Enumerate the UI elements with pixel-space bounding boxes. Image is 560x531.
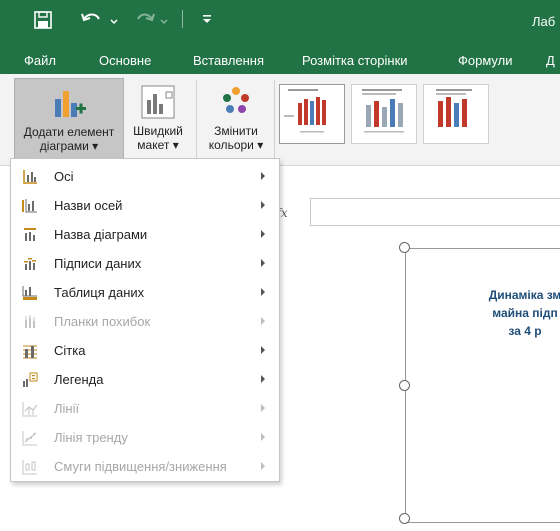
chart-title-line-2: майна підп bbox=[492, 306, 558, 320]
add-chart-element-menu: Осі Назви осей Назва діаграми Підписи да… bbox=[10, 158, 280, 482]
quick-layout-label-1: Швидкий bbox=[133, 124, 183, 138]
change-colors-label-2: кольори ▾ bbox=[208, 138, 264, 152]
chart-title[interactable]: Динаміка зм майна підп за 4 р bbox=[455, 286, 560, 340]
change-colors-button[interactable]: Змінити кольори ▾ bbox=[202, 78, 270, 160]
submenu-arrow-icon bbox=[261, 230, 265, 238]
quick-layout-icon bbox=[141, 85, 175, 119]
menu-item-label: Підписи даних bbox=[54, 256, 142, 271]
menu-item-error-bars: Планки похибок bbox=[12, 307, 278, 336]
legend-icon bbox=[23, 372, 38, 387]
submenu-arrow-icon bbox=[261, 259, 265, 267]
menu-item-axes[interactable]: Осі bbox=[12, 162, 278, 191]
menu-item-legend[interactable]: Легенда bbox=[12, 365, 278, 394]
menu-item-data-labels[interactable]: Підписи даних bbox=[12, 249, 278, 278]
add-chart-element-label-1: Додати елемент bbox=[23, 125, 115, 139]
chart-styles-gallery bbox=[277, 80, 560, 148]
chart-title-icon bbox=[24, 228, 36, 241]
submenu-arrow-icon bbox=[261, 404, 265, 412]
title-bar: Лаб bbox=[0, 0, 560, 44]
change-colors-icon bbox=[223, 87, 249, 113]
menu-item-label: Осі bbox=[54, 169, 74, 184]
axis-titles-icon bbox=[22, 199, 37, 213]
redo-button[interactable] bbox=[136, 10, 170, 30]
menu-item-up-down-bars: Смуги підвищення/зниження bbox=[12, 452, 278, 481]
save-button[interactable] bbox=[33, 10, 53, 30]
tab-file[interactable]: Файл bbox=[24, 53, 56, 68]
customize-qat-icon bbox=[203, 15, 211, 23]
qat-separator bbox=[182, 10, 183, 28]
add-chart-element-button[interactable]: Додати елемент діаграми ▾ bbox=[14, 78, 124, 160]
menu-item-trendline: Лінія тренду bbox=[12, 423, 278, 452]
tab-page-layout[interactable]: Розмітка сторінки bbox=[302, 53, 408, 68]
menu-item-label: Сітка bbox=[54, 343, 86, 358]
formula-input[interactable] bbox=[310, 198, 560, 226]
error-bars-icon bbox=[25, 315, 35, 328]
tab-insert[interactable]: Вставлення bbox=[193, 53, 264, 68]
chart-style-2-preview bbox=[362, 89, 404, 133]
chart-resize-handle-top-left[interactable] bbox=[399, 242, 410, 253]
menu-item-label: Лінії bbox=[54, 401, 80, 416]
menu-item-label: Планки похибок bbox=[54, 314, 151, 329]
tab-home[interactable]: Основне bbox=[99, 53, 151, 68]
submenu-arrow-icon bbox=[261, 317, 265, 325]
chart-style-3[interactable] bbox=[423, 84, 489, 144]
menu-item-data-table[interactable]: Таблиця даних bbox=[12, 278, 278, 307]
menu-item-chart-title[interactable]: Назва діаграми bbox=[12, 220, 278, 249]
quick-layout-button[interactable]: Швидкий макет ▾ bbox=[126, 78, 190, 160]
ribbon-tabs: Файл Основне Вставлення Розмітка сторінк… bbox=[0, 44, 560, 74]
data-labels-icon bbox=[24, 258, 36, 270]
chart-style-3-preview bbox=[436, 89, 472, 127]
data-table-icon bbox=[22, 286, 37, 300]
chart-style-1-preview bbox=[284, 89, 326, 133]
menu-item-label: Легенда bbox=[54, 372, 104, 387]
menu-item-lines: Лінії bbox=[12, 394, 278, 423]
chart-style-1[interactable] bbox=[279, 84, 345, 144]
lines-icon bbox=[22, 402, 38, 417]
submenu-arrow-icon bbox=[261, 462, 265, 470]
add-chart-element-icon bbox=[55, 91, 86, 117]
submenu-arrow-icon bbox=[261, 346, 265, 354]
submenu-arrow-icon bbox=[261, 375, 265, 383]
chart-resize-handle-left[interactable] bbox=[399, 380, 410, 391]
save-icon bbox=[34, 11, 52, 29]
ribbon: Додати елемент діаграми ▾ Швидкий макет … bbox=[0, 74, 560, 166]
menu-item-label: Назви осей bbox=[54, 198, 123, 213]
menu-item-gridlines[interactable]: Сітка bbox=[12, 336, 278, 365]
menu-item-axis-titles[interactable]: Назви осей bbox=[12, 191, 278, 220]
quick-layout-label-2: макет ▾ bbox=[137, 138, 179, 152]
menu-item-label: Смуги підвищення/зниження bbox=[54, 459, 227, 474]
chart-style-2[interactable] bbox=[351, 84, 417, 144]
up-down-bars-icon bbox=[22, 460, 37, 475]
change-colors-label-1: Змінити bbox=[214, 124, 258, 138]
add-chart-element-label-2: діаграми ▾ bbox=[39, 139, 99, 153]
submenu-arrow-icon bbox=[261, 288, 265, 296]
customize-qat-button[interactable] bbox=[200, 12, 214, 26]
tab-formulas[interactable]: Формули bbox=[458, 53, 513, 68]
undo-button[interactable] bbox=[80, 10, 120, 30]
menu-item-label: Назва діаграми bbox=[54, 227, 148, 242]
chart-title-line-1: Динаміка зм bbox=[488, 288, 560, 302]
chart-title-line-3: за 4 р bbox=[508, 324, 542, 338]
redo-icon bbox=[137, 13, 168, 25]
menu-item-label: Лінія тренду bbox=[54, 430, 128, 445]
submenu-arrow-icon bbox=[261, 172, 265, 180]
trendline-icon bbox=[22, 431, 37, 446]
undo-icon bbox=[81, 13, 118, 25]
submenu-arrow-icon bbox=[261, 201, 265, 209]
ribbon-separator bbox=[274, 80, 275, 160]
axes-icon bbox=[23, 170, 37, 184]
chart-resize-handle-bottom-left[interactable] bbox=[399, 513, 410, 524]
ribbon-separator bbox=[196, 80, 197, 160]
menu-item-label: Таблиця даних bbox=[54, 285, 145, 300]
gridlines-icon bbox=[23, 345, 37, 359]
tab-data[interactable]: Д bbox=[546, 53, 555, 68]
submenu-arrow-icon bbox=[261, 433, 265, 441]
window-title: Лаб bbox=[532, 14, 556, 29]
